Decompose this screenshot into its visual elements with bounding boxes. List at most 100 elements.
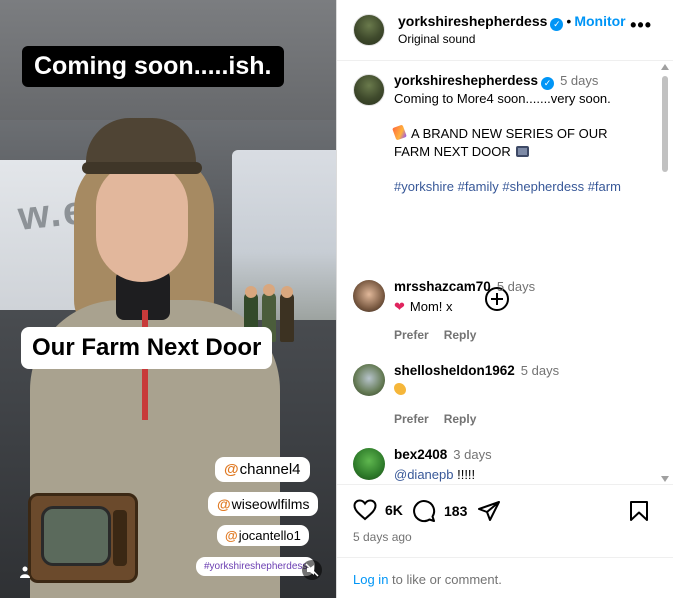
follow-button[interactable]: Monitor <box>574 13 625 29</box>
comment-body: mrsshazcam70 5 days ❤ Mom! x Prefer Reply <box>394 278 649 344</box>
caption-line-3: FARM NEXT DOOR <box>394 144 511 159</box>
hashtag-link[interactable]: #farm <box>588 179 621 194</box>
comment-body: bex2408 3 days @dianepb !!!!! <box>394 446 649 484</box>
comments-scroll-area[interactable]: yorkshireshepherdess ✓ 5 days Coming to Mo… <box>337 61 673 484</box>
post-side-panel: yorkshireshepherdess ✓ • Monitor Original s… <box>336 0 673 598</box>
comments-count[interactable]: 183 <box>444 503 467 519</box>
comment-text: Mom! x <box>409 299 453 314</box>
heart-emoji-icon: ❤ <box>394 299 405 314</box>
tv-knobs <box>113 510 127 566</box>
caption-time: 5 days <box>560 73 599 88</box>
mention-tag[interactable]: @channel4 <box>215 457 310 482</box>
login-prompt-text: to like or comment. <box>388 572 502 587</box>
comment-body: shellosheldon1962 5 days Prefer Reply <box>394 362 649 428</box>
author-avatar[interactable] <box>353 14 385 46</box>
family-figure-head <box>245 286 257 298</box>
subject-cap-brim <box>82 162 202 174</box>
author-username[interactable]: yorkshireshepherdess <box>398 13 547 29</box>
commenter-username[interactable]: shellosheldon1962 <box>394 363 515 378</box>
bookmark-icon[interactable] <box>629 500 649 522</box>
commenter-username[interactable]: bex2408 <box>394 447 447 462</box>
separator-dot: • <box>566 13 572 29</box>
instagram-reel-view: w.ell Coming soon.....ish. Our Farm Next… <box>0 0 673 598</box>
author-header-line: yorkshireshepherdess ✓ • Monitor <box>398 13 626 31</box>
hashtag-link[interactable]: #shepherdess <box>502 179 584 194</box>
comment-actions: Prefer Reply <box>394 410 649 428</box>
comment-text-line: @dianepb !!!!! <box>394 466 649 484</box>
retro-tv-sticker <box>28 493 138 583</box>
comment-reply-link[interactable]: Reply <box>444 412 477 426</box>
commenter-avatar[interactable] <box>353 364 385 396</box>
caption-hashtags: #yorkshire #family #shepherdess #farm <box>394 178 649 196</box>
mention-tag-text: channel4 <box>239 461 301 478</box>
share-icon[interactable] <box>477 499 501 523</box>
caption-author-avatar[interactable] <box>353 74 385 106</box>
caption-line-2-wrap: A BRAND NEW SERIES OF OUR <box>392 124 649 143</box>
commenter-avatar[interactable] <box>353 448 385 480</box>
tagged-user-icon[interactable] <box>20 566 30 578</box>
mention-at-symbol: @ <box>217 496 231 512</box>
like-group: 6K <box>353 499 403 521</box>
commenter-avatar[interactable] <box>353 280 385 312</box>
caption-body: yorkshireshepherdess ✓ 5 days Coming to Mo… <box>392 72 649 196</box>
scrollbar-thumb[interactable] <box>662 76 668 172</box>
comment-like-link[interactable]: Prefer <box>394 328 429 342</box>
hashtag-tag[interactable]: #yorkshireshepherdess <box>196 557 316 576</box>
comment-time: 3 days <box>453 447 492 462</box>
mention-tag-text: wiseowlfilms <box>231 496 310 512</box>
post-timestamp[interactable]: 5 days ago <box>353 530 412 544</box>
login-prompt: Log in to like or comment. <box>353 572 502 587</box>
commenter-username[interactable]: mrsshazcam70 <box>394 279 491 294</box>
comment-time: 5 days <box>520 363 560 378</box>
comment-actions: Prefer Reply <box>394 326 649 344</box>
scroll-up-arrow-icon[interactable] <box>661 64 669 70</box>
caption-line-1: Coming to More4 soon.......very soon. <box>394 91 611 106</box>
heart-icon[interactable] <box>353 499 377 521</box>
mention-tag[interactable]: @jocantello1 <box>217 525 309 546</box>
comments-scrollbar[interactable] <box>661 64 669 482</box>
post-header: yorkshireshepherdess ✓ • Monitor Original s… <box>337 0 673 61</box>
video-caption-title: Our Farm Next Door <box>21 327 273 369</box>
subject-face <box>96 162 188 282</box>
family-figure-head <box>263 284 275 296</box>
hashtag-link[interactable]: #family <box>458 179 499 194</box>
caption-line-3-wrap: FARM NEXT DOOR <box>394 143 649 161</box>
caption-line-2: A BRAND NEW SERIES OF OUR <box>411 126 608 141</box>
mention-at-symbol: @ <box>224 461 239 478</box>
hashtag-link[interactable]: #yorkshire <box>394 179 454 194</box>
comment-text: !!!!! <box>457 467 476 482</box>
comment-text-line <box>394 382 649 400</box>
login-footer: Log in to like or comment. <box>337 557 673 598</box>
party-emoji-icon <box>392 124 407 141</box>
comment-like-link[interactable]: Prefer <box>394 412 429 426</box>
verified-badge-icon: ✓ <box>550 18 564 31</box>
more-options-icon[interactable]: ••• <box>630 16 652 34</box>
speaker-off-icon <box>305 563 319 577</box>
clapping-emoji-icon <box>394 383 406 395</box>
mention-at-symbol: @ <box>225 528 238 543</box>
tv-screen <box>41 506 111 566</box>
comment-reply-link[interactable]: Reply <box>444 328 477 342</box>
caption-author-line: yorkshireshepherdess ✓ 5 days <box>394 72 649 90</box>
comment-text-line: ❤ Mom! x <box>394 298 649 316</box>
family-figure-head <box>281 286 293 298</box>
comment-time: 5 days <box>496 279 536 294</box>
mute-icon[interactable] <box>302 560 322 580</box>
tv-emoji-icon <box>515 146 529 157</box>
video-caption-top: Coming soon.....ish. <box>22 46 284 87</box>
login-link[interactable]: Log in <box>353 572 388 587</box>
audio-label[interactable]: Original sound <box>398 32 475 46</box>
verified-badge-icon: ✓ <box>541 77 555 90</box>
comment-group: 183 <box>412 499 467 523</box>
family-figure <box>280 292 294 342</box>
scroll-down-arrow-icon[interactable] <box>661 476 669 482</box>
mention-tag[interactable]: @wiseowlfilms <box>208 492 319 516</box>
video-player[interactable]: w.ell Coming soon.....ish. Our Farm Next… <box>0 0 336 598</box>
mention-tag-text: jocantello1 <box>238 528 301 543</box>
comment-mention-link[interactable]: @dianepb <box>394 467 453 482</box>
caption-author-username[interactable]: yorkshireshepherdess <box>394 73 538 88</box>
comment-icon[interactable] <box>412 499 436 523</box>
likes-count[interactable]: 6K <box>385 502 403 518</box>
